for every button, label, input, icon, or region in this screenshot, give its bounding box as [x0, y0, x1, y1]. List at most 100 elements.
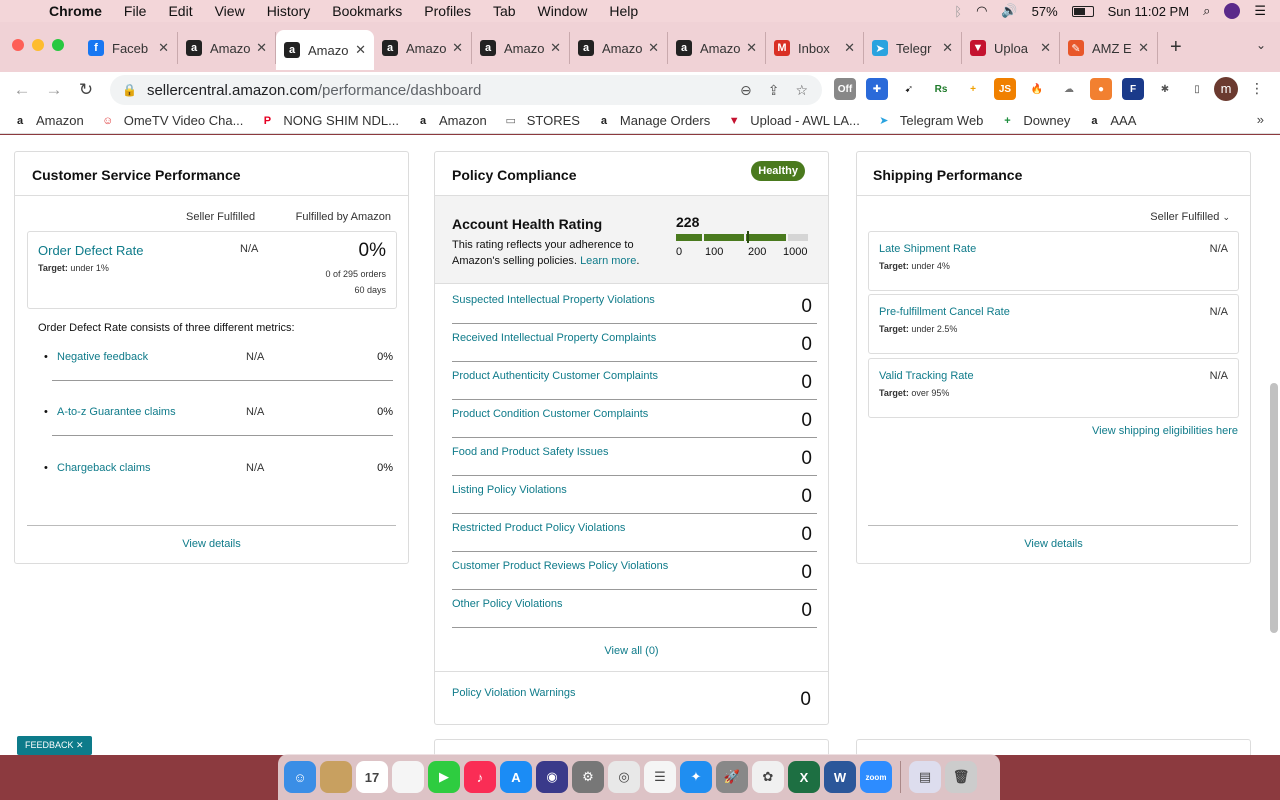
dock-system-preferences-icon[interactable]: ⚙ [572, 761, 604, 793]
a-to-z-claims-link[interactable]: A-to-z Guarantee claims [57, 406, 176, 418]
bookmark-item[interactable]: ▭ STORES [503, 113, 580, 129]
bookmark-star-icon[interactable]: ☆ [795, 82, 808, 99]
forward-button[interactable]: → [38, 80, 70, 100]
shipping-eligibilities-link[interactable]: View shipping eligibilities here [1092, 425, 1238, 437]
tab-close-icon[interactable]: ✕ [1040, 40, 1051, 56]
pre-fulfillment-cancel-rate-link[interactable]: Pre-fulfillment Cancel Rate [879, 306, 1010, 318]
dock-notes-icon[interactable] [392, 761, 424, 793]
dock-calendar-icon[interactable]: 17 [356, 761, 388, 793]
extension-blue-icon[interactable]: ✚ [866, 78, 888, 100]
dock-launchpad-icon[interactable]: 🚀 [716, 761, 748, 793]
volume-icon[interactable]: 🔊 [1001, 3, 1017, 19]
dock-notes-app-icon[interactable] [320, 761, 352, 793]
back-button[interactable]: ← [6, 80, 38, 100]
menu-bookmarks[interactable]: Bookmarks [321, 3, 413, 19]
violation-link[interactable]: Listing Policy Violations [452, 484, 567, 496]
menu-file[interactable]: File [113, 3, 158, 19]
cs-view-details-link[interactable]: View details [15, 538, 408, 550]
browser-tab[interactable]: a Amazo ✕ [178, 32, 276, 64]
valid-tracking-rate-link[interactable]: Valid Tracking Rate [879, 370, 974, 382]
bookmark-item[interactable]: a Manage Orders [596, 113, 710, 129]
late-shipment-rate-link[interactable]: Late Shipment Rate [879, 243, 976, 255]
dock-safari-icon[interactable]: ✦ [680, 761, 712, 793]
negative-feedback-link[interactable]: Negative feedback [57, 351, 148, 363]
violation-link[interactable]: Food and Product Safety Issues [452, 446, 609, 458]
menu-edit[interactable]: Edit [157, 3, 203, 19]
dock-finder-icon[interactable]: ☺ [284, 761, 316, 793]
view-all-violations-link[interactable]: View all (0) [435, 645, 828, 657]
dock-excel-icon[interactable]: X [788, 761, 820, 793]
bookmark-item[interactable]: P NONG SHIM NDL... [259, 113, 399, 129]
browser-tab[interactable]: M Inbox ✕ [766, 32, 864, 64]
browser-tab[interactable]: f Faceb ✕ [80, 32, 178, 64]
control-center-icon[interactable]: ☰ [1254, 3, 1266, 19]
wifi-icon[interactable]: ◠ [976, 3, 987, 19]
extension-rs-icon[interactable]: Rs [930, 78, 952, 100]
bookmark-item[interactable]: ☺ OmeTV Video Cha... [100, 113, 243, 129]
menu-window[interactable]: Window [527, 3, 599, 19]
dock-app-store-icon[interactable]: A [500, 761, 532, 793]
browser-tab[interactable]: a Amazo ✕ [374, 32, 472, 64]
bookmarks-overflow-icon[interactable]: » [1257, 112, 1264, 127]
tab-close-icon[interactable]: ✕ [550, 40, 561, 56]
tab-close-icon[interactable]: ✕ [746, 40, 757, 56]
close-icon[interactable]: ✕ [76, 740, 84, 750]
new-tab-button[interactable]: + [1170, 36, 1182, 59]
tab-close-icon[interactable]: ✕ [158, 40, 169, 56]
violation-link[interactable]: Customer Product Reviews Policy Violatio… [452, 560, 668, 572]
shipping-view-details-link[interactable]: View details [857, 538, 1250, 550]
menu-view[interactable]: View [204, 3, 256, 19]
dock-photos-icon[interactable]: ✿ [752, 761, 784, 793]
bookmark-item[interactable]: a Amazon [415, 113, 487, 129]
tab-close-icon[interactable]: ✕ [452, 40, 463, 56]
lock-icon[interactable]: 🔒 [122, 83, 137, 97]
chrome-menu-icon[interactable]: ⋮ [1250, 80, 1264, 97]
tab-search-icon[interactable]: ⌄ [1256, 38, 1266, 52]
extensions-puzzle-icon[interactable]: ✱ [1154, 78, 1176, 100]
menu-history[interactable]: History [256, 3, 322, 19]
tab-close-icon[interactable]: ✕ [648, 40, 659, 56]
dock-word-icon[interactable]: W [824, 761, 856, 793]
violation-link[interactable]: Received Intellectual Property Complaint… [452, 332, 656, 344]
tab-close-icon[interactable]: ✕ [942, 40, 953, 56]
order-defect-rate-link[interactable]: Order Defect Rate [38, 243, 144, 258]
battery-icon[interactable] [1071, 5, 1094, 17]
reload-button[interactable]: ↻ [70, 80, 102, 100]
dock-preview-icon[interactable]: ▤ [909, 761, 941, 793]
browser-tab[interactable]: a Amazo ✕ [472, 32, 570, 64]
feedback-button[interactable]: FEEDBACK ✕ [17, 736, 92, 755]
tab-close-icon[interactable]: ✕ [1138, 40, 1149, 56]
extension-f-icon[interactable]: F [1122, 78, 1144, 100]
violation-link[interactable]: Other Policy Violations [452, 598, 562, 610]
dock-trash-icon[interactable]: 🗑 [945, 761, 977, 793]
address-bar[interactable]: 🔒 sellercentral.amazon.com/performance/d… [110, 75, 822, 105]
violation-link[interactable]: Product Authenticity Customer Complaints [452, 370, 658, 382]
siri-icon[interactable] [1224, 3, 1241, 19]
violation-link[interactable]: Product Condition Customer Complaints [452, 408, 648, 420]
extension-js-icon[interactable]: JS [994, 78, 1016, 100]
tab-close-icon[interactable]: ✕ [256, 40, 267, 56]
menu-app-name[interactable]: Chrome [38, 3, 113, 19]
browser-tab[interactable]: a Amazo ✕ [570, 32, 668, 64]
bookmark-item[interactable]: + Downey [999, 113, 1070, 129]
bookmark-item[interactable]: a Amazon [12, 113, 84, 129]
learn-more-link[interactable]: Learn more [580, 255, 636, 267]
dock-siri-icon[interactable]: ◉ [536, 761, 568, 793]
dock-music-icon[interactable]: ♪ [464, 761, 496, 793]
page-scrollbar[interactable] [1270, 383, 1278, 633]
violation-link[interactable]: Suspected Intellectual Property Violatio… [452, 294, 655, 306]
browser-tab[interactable]: ▼ Uploa ✕ [962, 32, 1060, 64]
side-panel-icon[interactable]: ▯ [1186, 78, 1208, 100]
menu-clock[interactable]: Sun 11:02 PM [1108, 4, 1189, 19]
minimize-window-button[interactable] [32, 39, 44, 51]
dock-facetime-icon[interactable]: ▶ [428, 761, 460, 793]
extension-cloud-icon[interactable]: ☁ [1058, 78, 1080, 100]
extension-orange-icon[interactable]: ● [1090, 78, 1112, 100]
dock-chrome-icon[interactable]: ◎ [608, 761, 640, 793]
dock-zoom-icon[interactable]: zoom [860, 761, 892, 793]
extension-off-icon[interactable]: Off [834, 78, 856, 100]
menu-profiles[interactable]: Profiles [413, 3, 482, 19]
bluetooth-icon[interactable]: ᛒ [954, 4, 962, 19]
bookmark-item[interactable]: ▼ Upload - AWL LA... [726, 113, 860, 129]
zoom-icon[interactable]: ⊖ [740, 82, 752, 99]
